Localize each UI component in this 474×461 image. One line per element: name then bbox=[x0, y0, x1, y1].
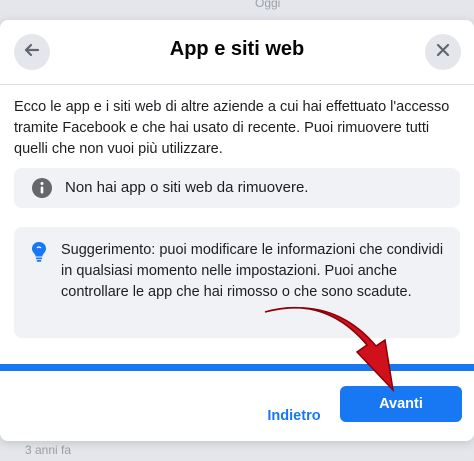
back-link-button[interactable]: Indietro bbox=[254, 398, 334, 434]
info-message: Non hai app o siti web da rimuovere. bbox=[65, 179, 309, 196]
lightbulb-icon bbox=[31, 241, 47, 268]
close-icon bbox=[435, 42, 451, 63]
dialog-header: App e siti web bbox=[0, 20, 474, 85]
dialog-title: App e siti web bbox=[169, 38, 305, 60]
apps-websites-dialog: App e siti web Ecco le app e i siti web … bbox=[0, 20, 474, 441]
next-button[interactable]: Avanti bbox=[340, 386, 462, 422]
background-date-bottom: 3 anni fa bbox=[25, 443, 72, 457]
info-notice: Non hai app o siti web da rimuovere. bbox=[14, 168, 460, 208]
close-button[interactable] bbox=[425, 34, 461, 70]
tip-notice: Suggerimento: puoi modificare le informa… bbox=[14, 227, 460, 338]
tip-message: Suggerimento: puoi modificare le informa… bbox=[61, 242, 444, 300]
info-icon bbox=[31, 177, 53, 204]
progress-divider bbox=[0, 364, 474, 371]
dialog-description: Ecco le app e i siti web di altre aziend… bbox=[14, 99, 450, 157]
background-date-top: Oggi bbox=[255, 0, 281, 10]
